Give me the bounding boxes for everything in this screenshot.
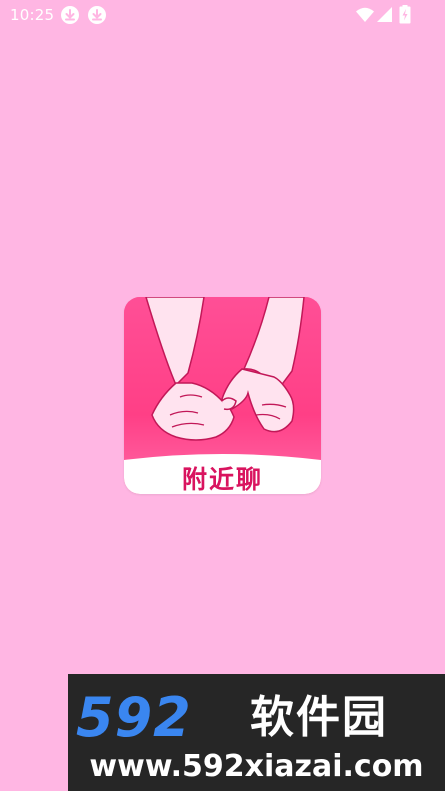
app-logo: 附近聊 <box>124 297 321 494</box>
battery-icon <box>399 5 411 24</box>
signal-icon <box>377 7 392 22</box>
watermark-brand-text: 软件园 <box>250 692 388 743</box>
watermark-brand: 592 软件园 <box>68 688 445 748</box>
status-time: 10:25 <box>10 6 55 24</box>
watermark-banner: 592 软件园 www.592xiazai.com <box>68 674 445 791</box>
download-icon <box>88 6 106 24</box>
status-bar: 10:25 <box>0 0 445 30</box>
logo-banner: 附近聊 <box>124 454 321 494</box>
wifi-icon <box>356 7 374 22</box>
download-icon <box>61 6 79 24</box>
app-name-label: 附近聊 <box>181 465 263 494</box>
watermark-url: www.592xiazai.com <box>89 749 424 784</box>
watermark-brand-number: 592 <box>76 686 192 749</box>
